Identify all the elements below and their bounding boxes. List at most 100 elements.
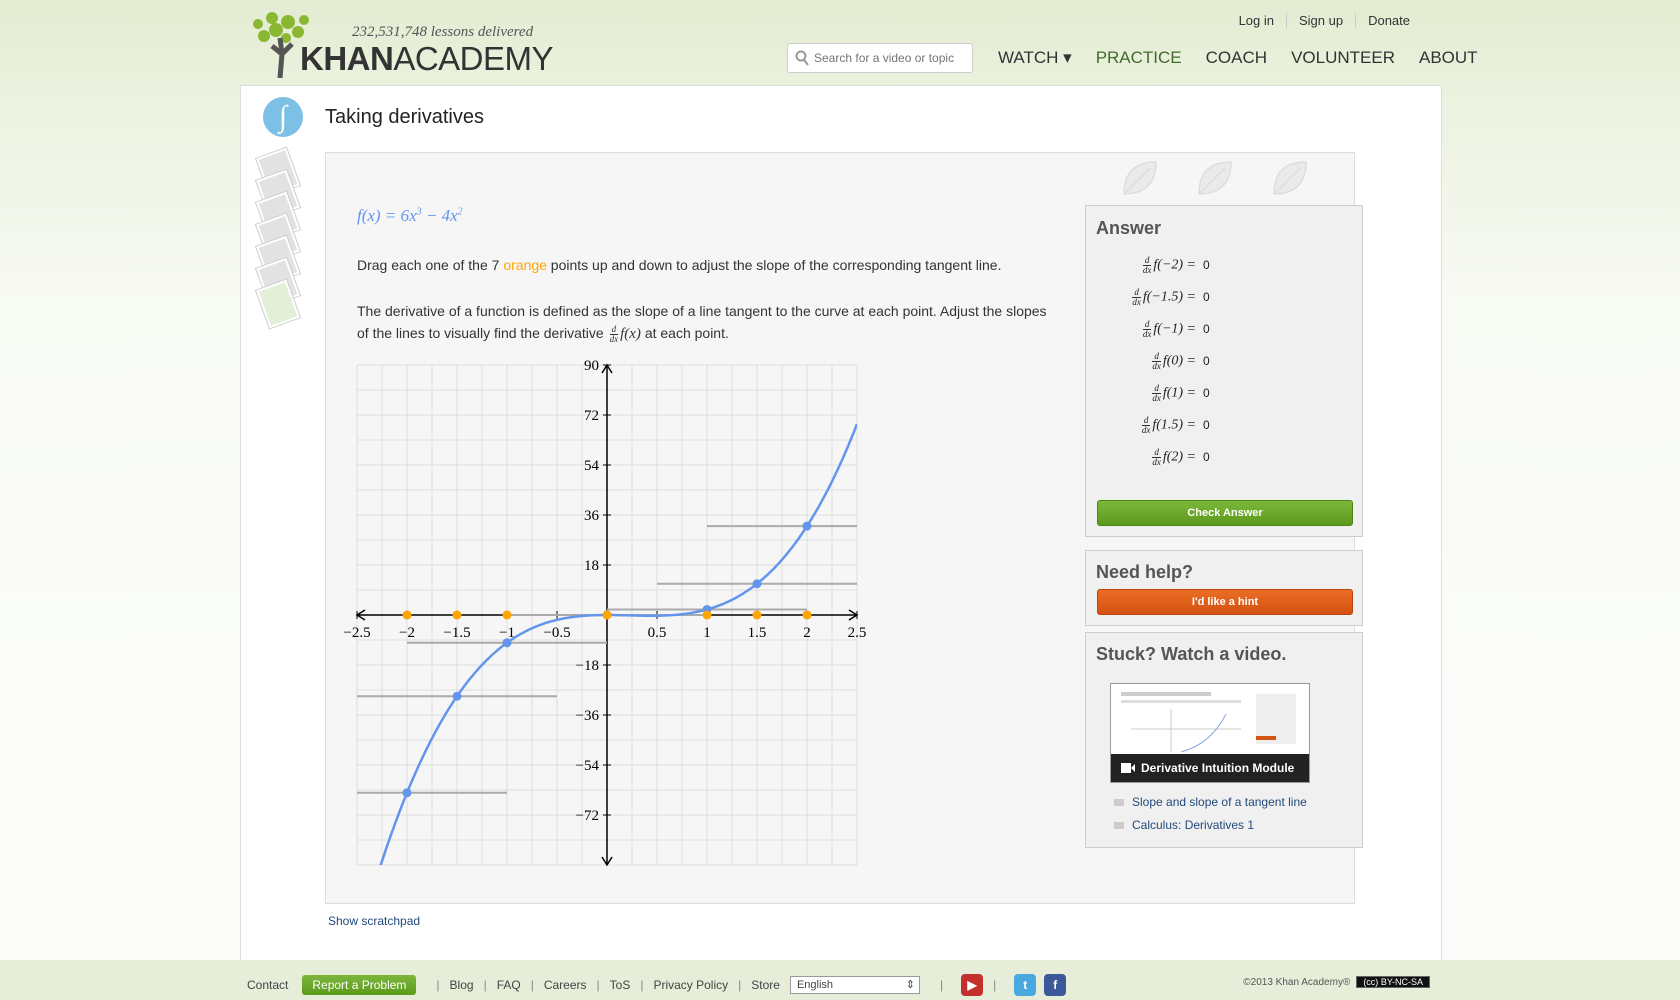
- draggable-slope-point[interactable]: [702, 610, 712, 620]
- hint-button[interactable]: I'd like a hint: [1097, 589, 1353, 615]
- derivative-operator: d dx: [1152, 351, 1161, 371]
- curve-point: [752, 579, 762, 589]
- answer-value-input[interactable]: 0: [1203, 290, 1210, 304]
- integral-icon: ∫: [263, 97, 303, 137]
- video-icon: [1114, 799, 1124, 806]
- separator: |: [939, 978, 944, 992]
- answer-label: f(1.5) =: [1152, 417, 1196, 433]
- derivative-explanation: The derivative of a function is defined …: [357, 303, 1047, 344]
- leaf-icon: [1273, 161, 1307, 195]
- x-tick-label: 2.5: [848, 625, 867, 641]
- draggable-slope-point[interactable]: [752, 610, 762, 620]
- curve-point: [502, 638, 512, 648]
- derivative-graph[interactable]: −2.5 −2 −1.5 −1 −0.5 0.5 1 1.5 2 2.59072543618−18…: [330, 360, 890, 870]
- tos-link[interactable]: ToS: [610, 978, 631, 992]
- answer-row: d dx f(2) =: [1150, 448, 1196, 467]
- separator: |: [640, 978, 644, 992]
- blog-link[interactable]: Blog: [450, 978, 474, 992]
- account-links: Log in Sign up Donate: [1227, 13, 1422, 28]
- donate-link[interactable]: Donate: [1355, 13, 1422, 28]
- draggable-slope-point[interactable]: [402, 610, 412, 620]
- answer-row: d dx f(1.5) =: [1140, 416, 1196, 435]
- search-input[interactable]: [812, 50, 970, 66]
- twitter-icon[interactable]: t: [1014, 974, 1037, 996]
- curve-point: [802, 521, 812, 531]
- faq-link[interactable]: FAQ: [497, 978, 521, 992]
- x-tick-label: 1.5: [748, 625, 767, 641]
- signup-link[interactable]: Sign up: [1285, 13, 1355, 28]
- derivative-operator: d dx: [1141, 415, 1151, 435]
- help-box: Need help? I'd like a hint: [1085, 550, 1363, 626]
- video-link-slope[interactable]: Slope and slope of a tangent line: [1114, 795, 1307, 809]
- draggable-slope-point[interactable]: [602, 610, 612, 620]
- search-box[interactable]: [787, 43, 973, 73]
- video-camera-icon: [1121, 763, 1135, 773]
- x-tick-label: −1.5: [443, 625, 470, 641]
- derivative-operator: d dx: [1132, 287, 1141, 307]
- youtube-icon[interactable]: ▶: [961, 974, 984, 996]
- y-tick-label: −54: [576, 758, 600, 774]
- header: 232,531,748 lessons delivered KHANACADEM…: [0, 0, 1680, 86]
- footer-links: Contact Report a Problem | Blog | FAQ | …: [247, 974, 1067, 996]
- answer-value-input[interactable]: 0: [1203, 258, 1210, 272]
- y-tick-label: 90: [584, 360, 599, 374]
- x-tick-label: 0.5: [648, 625, 667, 641]
- check-answer-button[interactable]: Check Answer: [1097, 500, 1353, 526]
- answer-label: f(2) =: [1162, 449, 1196, 465]
- store-link[interactable]: Store: [751, 978, 780, 992]
- answer-value-input[interactable]: 0: [1203, 450, 1210, 464]
- nav-watch[interactable]: WATCH ▾: [998, 48, 1072, 68]
- login-link[interactable]: Log in: [1227, 13, 1286, 28]
- answer-value-input[interactable]: 0: [1203, 354, 1210, 368]
- function-formula: f(x) = 6x3 − 4x2: [357, 206, 463, 225]
- draggable-slope-point[interactable]: [502, 610, 512, 620]
- video-thumbnail[interactable]: Derivative Intuition Module: [1110, 683, 1310, 783]
- brand-wordmark[interactable]: KHANACADEMY: [300, 40, 554, 78]
- footer: Contact Report a Problem | Blog | FAQ | …: [0, 960, 1680, 1000]
- answer-value-input[interactable]: 0: [1203, 418, 1210, 432]
- x-tick-label: −2: [399, 625, 415, 641]
- answer-value-input[interactable]: 0: [1203, 386, 1210, 400]
- featured-video-caption[interactable]: Derivative Intuition Module: [1111, 754, 1309, 782]
- select-arrows-icon: ⇕: [905, 979, 915, 991]
- y-tick-label: −72: [576, 808, 599, 824]
- derivative-operator: d dx: [1152, 383, 1161, 403]
- nav-practice[interactable]: PRACTICE: [1096, 48, 1182, 68]
- y-tick-label: 72: [584, 408, 599, 424]
- x-tick-label: −0.5: [543, 625, 570, 641]
- contact-link[interactable]: Contact: [247, 978, 288, 992]
- video-icon: [1114, 822, 1124, 829]
- answer-box: Answer d dx f(−2) = 0 d dx f(−1.5) = 0 d dx f(−1) …: [1085, 205, 1363, 537]
- nav-about[interactable]: ABOUT: [1419, 48, 1478, 68]
- video-heading: Stuck? Watch a video.: [1096, 644, 1287, 664]
- answer-value-input[interactable]: 0: [1203, 322, 1210, 336]
- video-preview: [1121, 692, 1296, 753]
- instruction-text: Drag each one of the 7 orange points up …: [357, 257, 1002, 273]
- draggable-slope-point[interactable]: [452, 610, 462, 620]
- y-tick-label: 36: [584, 508, 600, 524]
- answer-heading: Answer: [1096, 218, 1162, 238]
- careers-link[interactable]: Careers: [544, 978, 587, 992]
- derivative-operator: d dx: [1142, 255, 1152, 275]
- separator: |: [993, 978, 997, 992]
- answer-label: f(−1.5) =: [1142, 289, 1196, 305]
- x-tick-label: 2: [803, 625, 811, 641]
- video-link-derivatives[interactable]: Calculus: Derivatives 1: [1114, 818, 1254, 832]
- copyright: ©2013 Khan Academy® (cc) BY-NC-SA: [1243, 976, 1430, 988]
- separator: |: [596, 978, 600, 992]
- leaf-icon: [1123, 161, 1157, 195]
- x-tick-label: 1: [703, 625, 711, 641]
- report-problem-button[interactable]: Report a Problem: [302, 975, 417, 995]
- show-scratchpad-link[interactable]: Show scratchpad: [328, 914, 420, 928]
- facebook-icon[interactable]: f: [1044, 974, 1067, 996]
- privacy-link[interactable]: Privacy Policy: [653, 978, 728, 992]
- curve-point: [452, 691, 462, 701]
- video-box: Stuck? Watch a video. Derivative Intuiti…: [1085, 632, 1363, 848]
- nav-coach[interactable]: COACH: [1206, 48, 1267, 68]
- nav-volunteer[interactable]: VOLUNTEER: [1291, 48, 1395, 68]
- derivative-operator: d dx: [1142, 319, 1152, 339]
- cc-license-badge[interactable]: (cc) BY-NC-SA: [1356, 976, 1430, 988]
- language-select[interactable]: English ⇕: [789, 976, 920, 994]
- answer-row: d dx f(−1.5) =: [1130, 288, 1196, 307]
- draggable-slope-point[interactable]: [802, 610, 812, 620]
